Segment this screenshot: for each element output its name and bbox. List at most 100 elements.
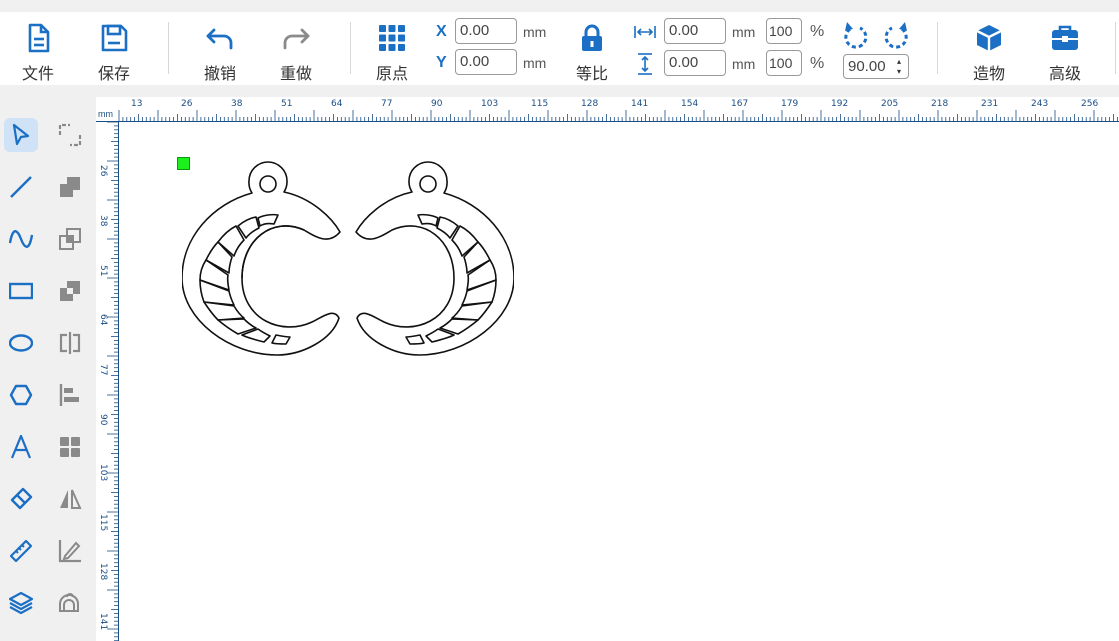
- width-percent-input[interactable]: 100: [766, 18, 802, 44]
- offset-icon: [59, 593, 79, 612]
- ruler-label: 128: [98, 563, 108, 581]
- eraser-tool[interactable]: [4, 482, 38, 516]
- height-icon: [638, 53, 652, 75]
- horizontal-ruler: [96, 110, 1119, 122]
- hexagon-icon: [9, 384, 33, 406]
- ruler-label: 51: [98, 264, 108, 277]
- x-axis-label: X: [436, 23, 447, 40]
- subtract-tool[interactable]: [53, 274, 87, 308]
- earring-right[interactable]: [354, 160, 514, 360]
- ruler-tool[interactable]: [4, 534, 38, 568]
- tool-panel: [0, 97, 96, 641]
- ruler-label: 103: [481, 99, 499, 109]
- build-label: 造物: [972, 64, 1005, 83]
- curve-icon: [9, 230, 33, 248]
- grid-tool[interactable]: [53, 430, 87, 464]
- ruler-label: 64: [331, 99, 343, 109]
- rotation-spinner-icon[interactable]: ▴ ▾: [897, 57, 905, 77]
- redo-button[interactable]: 重做: [266, 12, 326, 85]
- corner-tool[interactable]: [53, 118, 87, 152]
- rotate-cw-icon[interactable]: [882, 20, 910, 50]
- union-icon: [60, 177, 80, 197]
- ruler-icon: [9, 539, 33, 563]
- mirror-tool[interactable]: [53, 482, 87, 516]
- ruler-label: 77: [381, 99, 393, 109]
- polygon-tool[interactable]: [4, 378, 38, 412]
- y-axis-label: Y: [436, 54, 447, 71]
- ruler-label: 115: [98, 513, 108, 531]
- rotate-ccw-icon[interactable]: [842, 20, 870, 50]
- y-unit: mm: [523, 55, 547, 71]
- select-tool[interactable]: [4, 118, 38, 152]
- height-percent-sign: %: [810, 55, 825, 72]
- grid-icon: [60, 437, 80, 457]
- ruler-label: 256: [1081, 99, 1099, 109]
- layers-tool[interactable]: [4, 586, 38, 620]
- width-input[interactable]: 0.00: [664, 18, 726, 44]
- y-position-input[interactable]: 0.00: [455, 49, 517, 75]
- cube-icon: [976, 25, 1002, 51]
- toolbar-divider: [168, 22, 169, 74]
- ruler-label: 26: [181, 99, 193, 109]
- width-icon: [634, 26, 656, 38]
- ruler-label: 103: [98, 463, 108, 481]
- mirror-icon: [60, 489, 82, 509]
- ellipse-tool[interactable]: [4, 326, 38, 360]
- eraser-icon: [10, 487, 33, 510]
- undo-button[interactable]: 撤销: [190, 12, 250, 85]
- design-canvas[interactable]: mm 13 26 38 51 64 77 90 103 115 128 141 154 167 179 19…: [96, 97, 1119, 641]
- layers-icon: [9, 591, 33, 615]
- advanced-button[interactable]: 高级: [1035, 12, 1095, 85]
- save-icon: [101, 24, 128, 52]
- file-icon: [28, 23, 50, 53]
- ruler-label: 243: [1031, 99, 1049, 109]
- ruler-label: 64: [98, 314, 108, 326]
- lock-icon: [582, 24, 602, 51]
- ruler-label: 141: [98, 613, 108, 631]
- split-tool[interactable]: [53, 326, 87, 360]
- x-position-input[interactable]: 0.00: [455, 18, 517, 44]
- intersect-tool[interactable]: [53, 222, 87, 256]
- height-unit: mm: [732, 56, 756, 72]
- ruler-label: 90: [98, 414, 108, 426]
- offset-tool[interactable]: [53, 586, 87, 620]
- ruler-label: 115: [531, 99, 549, 109]
- file-button[interactable]: 文件: [8, 12, 68, 85]
- ruler-label: 38: [98, 214, 108, 227]
- line-tool[interactable]: [4, 170, 38, 204]
- rectangle-icon: [9, 282, 33, 300]
- text-tool[interactable]: [4, 430, 38, 464]
- origin-grid-icon: [379, 25, 405, 51]
- origin-button[interactable]: 原点: [362, 12, 422, 85]
- x-unit: mm: [523, 24, 547, 40]
- height-percent-input[interactable]: 100: [766, 50, 802, 76]
- align-tool[interactable]: [53, 378, 87, 412]
- lock-ratio-button[interactable]: 等比: [562, 12, 622, 85]
- pointer-icon: [12, 123, 30, 146]
- curve-tool[interactable]: [4, 222, 38, 256]
- toolbar-divider: [1115, 22, 1116, 74]
- ruler-label: 38: [231, 99, 243, 109]
- origin-label: 原点: [375, 64, 408, 83]
- height-input[interactable]: 0.00: [664, 50, 726, 76]
- measure-tool[interactable]: [53, 534, 87, 568]
- build-button[interactable]: 造物: [959, 12, 1019, 85]
- line-icon: [10, 176, 32, 198]
- split-icon: [59, 332, 81, 354]
- advanced-label: 高级: [1048, 64, 1081, 83]
- toolbox-icon: [1052, 25, 1078, 50]
- rotation-input[interactable]: 90.00 ▴ ▾: [843, 54, 909, 79]
- union-tool[interactable]: [53, 170, 87, 204]
- save-label: 保存: [97, 64, 130, 83]
- ruler-label: 13: [131, 99, 143, 109]
- ruler-label: 141: [631, 99, 649, 109]
- measure-icon: [58, 540, 81, 563]
- ruler-label: 77: [98, 364, 108, 376]
- rounded-corner-icon: [58, 123, 82, 147]
- ellipse-icon: [9, 334, 33, 352]
- ruler-label: 205: [881, 99, 899, 109]
- main-toolbar: 文件 保存 撤销 重做 原点 X 0.00 mm Y 0.00 mm 等比 0.…: [0, 12, 1119, 85]
- ruler-label: 128: [581, 99, 599, 109]
- save-button[interactable]: 保存: [84, 12, 144, 85]
- rectangle-tool[interactable]: [4, 274, 38, 308]
